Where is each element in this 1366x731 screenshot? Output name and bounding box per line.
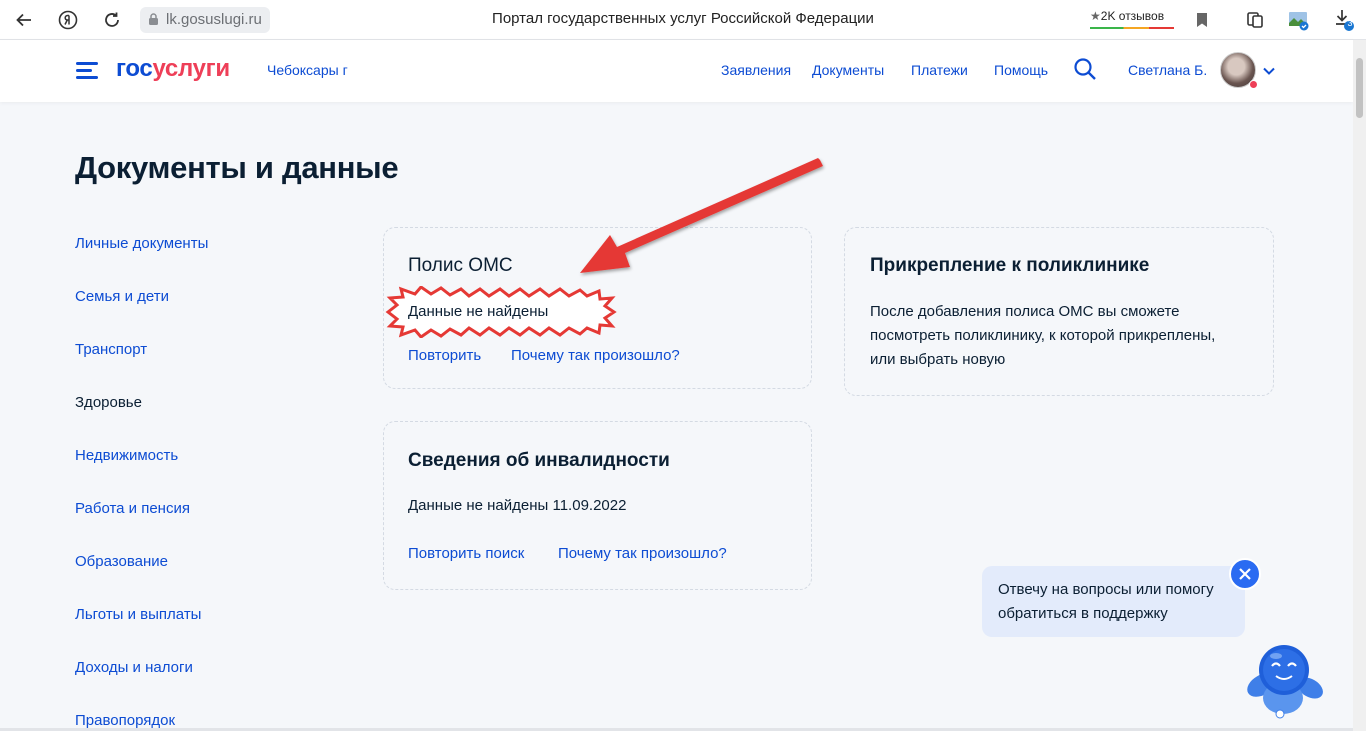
chat-bubble[interactable]: Отвечу на вопросы или помогу обратиться … [982,566,1245,637]
image-extension-icon[interactable] [1286,8,1310,32]
sidebar-item-personal-documents[interactable]: Личные документы [75,235,208,252]
nav-payments[interactable]: Платежи [911,62,968,78]
red-annotation-arrow [580,158,823,273]
city-selector[interactable]: Чебоксары г [267,62,348,78]
browser-toolbar: lk.gosuslugi.ru Портал государственных у… [0,0,1366,40]
search-icon[interactable] [1073,57,1097,81]
rating-bar [1090,27,1174,29]
nav-applications[interactable]: Заявления [721,62,791,78]
nav-help[interactable]: Помощь [994,62,1048,78]
oms-card-title: Полис ОМС [408,255,513,276]
sidebar-item-law[interactable]: Правопорядок [75,712,175,729]
close-icon [1239,568,1251,580]
sidebar-item-family[interactable]: Семья и дети [75,288,169,305]
lock-icon [149,13,158,25]
disability-why-link[interactable]: Почему так произошло? [558,545,727,562]
reload-icon[interactable] [100,8,124,32]
oms-why-link[interactable]: Почему так произошло? [511,347,680,364]
disability-card-title: Сведения об инвалидности [408,450,670,471]
menu-burger-icon[interactable] [76,62,98,80]
sidebar-item-transport[interactable]: Транспорт [75,341,147,358]
downloads-icon[interactable]: 3 [1332,8,1356,32]
scrollbar-track[interactable] [1353,40,1366,731]
clinic-text-line-1: После добавления полиса ОМС вы сможете [870,303,1180,320]
site-header: госуслуги Чебоксары г Заявления Документ… [0,40,1353,102]
downloads-count: 3 [1347,18,1353,28]
disability-retry-link[interactable]: Повторить поиск [408,545,524,562]
collections-icon[interactable] [1243,8,1267,32]
chat-line-2: обратиться в поддержку [998,605,1168,622]
sidebar-item-work-pension[interactable]: Работа и пенсия [75,500,190,517]
yandex-icon[interactable] [56,8,80,32]
sidebar-item-health[interactable]: Здоровье [75,394,142,411]
address-bar[interactable]: lk.gosuslugi.ru [140,7,270,33]
assistant-robot-icon[interactable] [1240,640,1326,720]
reviews-label: 2K отзывов [1100,9,1165,23]
logo-part-uslugi: услуги [152,55,230,82]
disability-status: Данные не найдены 11.09.2022 [408,497,627,514]
url-text: lk.gosuslugi.ru [166,11,262,28]
user-name[interactable]: Светлана Б. [1128,62,1207,78]
scrollbar-thumb[interactable] [1356,58,1363,118]
reviews-badge[interactable]: ★2K отзывов [1090,9,1174,29]
oms-status: Данные не найдены [408,303,549,320]
bookmark-icon[interactable] [1190,8,1214,32]
clinic-card-title: Прикрепление к поликлинике [870,255,1150,276]
gosuslugi-logo[interactable]: госуслуги [116,55,230,83]
sidebar-item-education[interactable]: Образование [75,553,168,570]
sidebar-item-income-taxes[interactable]: Доходы и налоги [75,659,193,676]
clinic-text-line-2: посмотреть поликлинику, к которой прикре… [870,327,1216,344]
sidebar-item-realty[interactable]: Недвижимость [75,447,178,464]
chevron-down-icon[interactable] [1262,64,1276,78]
page-title: Документы и данные [75,150,399,185]
clinic-text-line-3: или выбрать новую [870,351,1006,368]
sidebar-item-benefits[interactable]: Льготы и выплаты [75,606,201,623]
logo-part-gos: гос [116,55,153,82]
oms-retry-link[interactable]: Повторить [408,347,481,364]
chat-line-1: Отвечу на вопросы или помогу [998,581,1214,598]
back-arrow-icon[interactable] [12,8,36,32]
nav-documents[interactable]: Документы [812,62,884,78]
star-icon: ★ [1090,9,1101,23]
notification-dot [1249,80,1258,89]
chat-close-button[interactable] [1229,558,1261,590]
